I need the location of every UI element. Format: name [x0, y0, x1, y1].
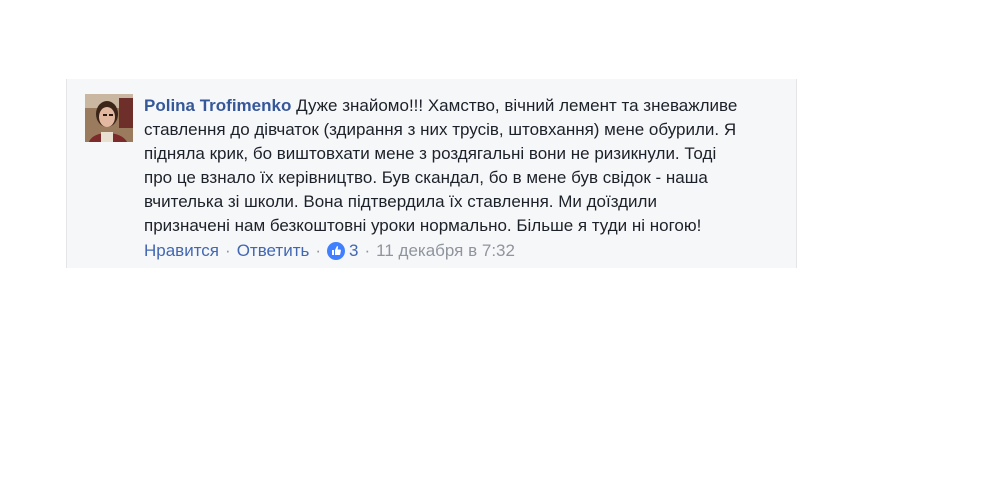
reaction-count-badge[interactable]: 3: [327, 239, 359, 263]
comment-text-line: про це взнало їх керівництво. Був сканда…: [144, 168, 708, 187]
separator: ·: [225, 241, 231, 260]
comment-text-line: призначені нам безкоштовні уроки нормаль…: [144, 216, 702, 235]
author-avatar[interactable]: [85, 94, 133, 142]
comment-body: Polina Trofimenko Дуже знайомо!!! Хамств…: [144, 94, 764, 238]
author-name[interactable]: Polina Trofimenko: [144, 96, 291, 115]
comment-text-line: підняла крик, бо виштовхати мене з роздя…: [144, 144, 717, 163]
separator: ·: [315, 241, 322, 260]
user-avatar-photo-icon: [85, 94, 133, 142]
comment-text-line: вчителька зі школи. Вона підтвердила їх …: [144, 192, 657, 211]
comment-actions: Нравится · Ответить · 3 · 11 декабря в 7…: [144, 239, 515, 263]
comment-card: Polina Trofimenko Дуже знайомо!!! Хамств…: [66, 79, 797, 268]
comment-text-line: Дуже знайомо!!! Хамство, вічний лемент т…: [296, 96, 738, 115]
thumbs-up-icon: [327, 242, 346, 260]
like-button[interactable]: Нравится: [144, 239, 219, 263]
comment-timestamp[interactable]: 11 декабря в 7:32: [376, 239, 515, 263]
reply-button[interactable]: Ответить: [237, 239, 310, 263]
comment-text-line: ставлення до дівчаток (здирання з них тр…: [144, 120, 737, 139]
separator: ·: [364, 241, 371, 260]
reaction-count: 3: [349, 241, 359, 260]
